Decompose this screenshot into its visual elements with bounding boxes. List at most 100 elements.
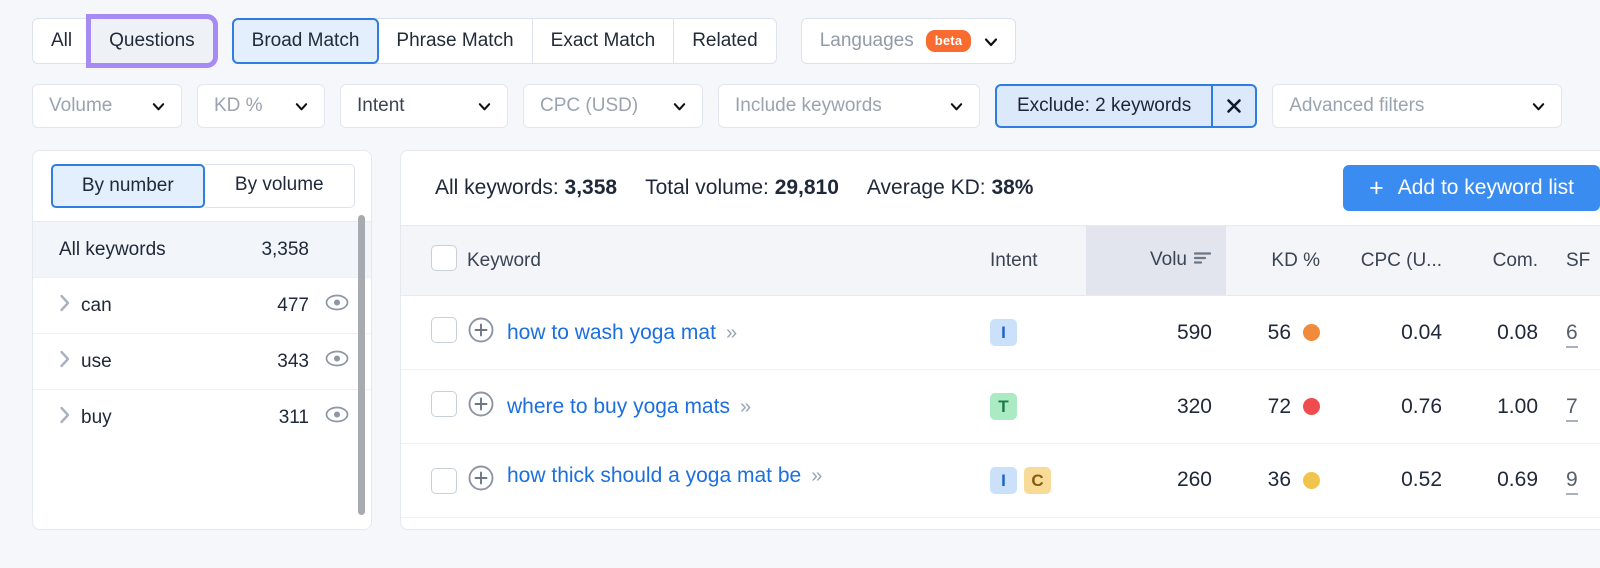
- tab-related-label: Related: [692, 30, 758, 51]
- clear-exclude-filter-button[interactable]: [1211, 86, 1255, 126]
- add-keyword-icon[interactable]: [467, 316, 497, 350]
- keyword-text: where to buy yoga mats: [507, 394, 730, 418]
- cell-cpc: 0.52: [1334, 443, 1456, 518]
- column-header-sf[interactable]: SF: [1552, 225, 1600, 296]
- table-header-row: Keyword Intent Volu KD % CPC (U... Com. …: [401, 225, 1600, 296]
- tab-all[interactable]: All: [33, 19, 92, 63]
- chevron-right-icon[interactable]: [59, 350, 81, 374]
- keyword-link[interactable]: how to wash yoga mat »: [507, 321, 737, 345]
- row-checkbox[interactable]: [431, 316, 457, 343]
- tab-phrase-match[interactable]: Phrase Match: [378, 19, 533, 63]
- column-header-volume[interactable]: Volu: [1086, 225, 1226, 296]
- filter-volume[interactable]: Volume: [32, 84, 182, 128]
- intent-badge-informational[interactable]: I: [990, 467, 1017, 494]
- sidebar-item-can[interactable]: can 477: [33, 277, 371, 333]
- toggle-by-number[interactable]: By number: [51, 164, 205, 208]
- tab-questions-label: Questions: [109, 30, 195, 51]
- cell-volume: 320: [1086, 369, 1226, 444]
- toggle-by-number-label: By number: [81, 175, 174, 196]
- languages-label: Languages: [819, 30, 914, 51]
- match-type-tab-group: Broad Match Phrase Match Exact Match Rel…: [231, 18, 777, 64]
- keyword-link[interactable]: how thick should a yoga mat be »: [507, 461, 822, 491]
- add-keyword-icon[interactable]: [467, 464, 497, 498]
- stat-average-kd-label: Average KD:: [866, 176, 986, 199]
- stat-total-volume-value: 29,810: [774, 176, 839, 199]
- filter-advanced[interactable]: Advanced filters: [1272, 84, 1563, 128]
- expand-keyword-icon[interactable]: »: [811, 465, 822, 487]
- toggle-by-volume[interactable]: By volume: [204, 164, 355, 208]
- sidebar-group-label: buy: [81, 406, 112, 428]
- sidebar-scrollbar[interactable]: [358, 215, 365, 515]
- eye-icon[interactable]: [325, 406, 349, 429]
- filter-include-keywords[interactable]: Include keywords: [718, 84, 980, 128]
- sidebar-group-label: use: [81, 350, 112, 372]
- kd-difficulty-dot: [1303, 398, 1320, 415]
- stat-total-volume-label: Total volume:: [645, 176, 769, 199]
- tab-related[interactable]: Related: [674, 19, 776, 63]
- filter-exclude-keywords: Exclude: 2 keywords: [995, 84, 1258, 128]
- column-header-cpc[interactable]: CPC (U...: [1334, 225, 1456, 296]
- eye-icon[interactable]: [325, 350, 349, 373]
- cell-sf[interactable]: 6: [1566, 320, 1578, 348]
- cell-com: 0.69: [1456, 443, 1552, 518]
- eye-icon[interactable]: [325, 294, 349, 317]
- sidebar-item-all-keywords[interactable]: All keywords 3,358: [33, 221, 371, 277]
- filter-kd[interactable]: KD %: [197, 84, 325, 128]
- filter-cpc[interactable]: CPC (USD): [523, 84, 703, 128]
- cell-sf[interactable]: 7: [1566, 394, 1578, 422]
- row-checkbox[interactable]: [431, 390, 457, 417]
- filters-toolbar: Volume KD % Intent CPC (USD) Include key…: [0, 64, 1600, 128]
- keyword-table: Keyword Intent Volu KD % CPC (U... Com. …: [401, 225, 1600, 518]
- cell-sf[interactable]: 9: [1566, 468, 1578, 495]
- add-to-keyword-list-button[interactable]: + Add to keyword list: [1343, 165, 1600, 211]
- stat-average-kd: Average KD: 38%: [867, 176, 1034, 200]
- filter-exclude-keywords-label[interactable]: Exclude: 2 keywords: [997, 86, 1211, 126]
- select-all-checkbox[interactable]: [431, 244, 457, 271]
- keyword-link[interactable]: where to buy yoga mats »: [507, 394, 751, 419]
- filter-cpc-label: CPC (USD): [540, 95, 639, 116]
- table-row: where to buy yoga mats» T 320 72 0.76 1.…: [401, 369, 1600, 444]
- sidebar-all-keywords-label: All keywords: [59, 238, 166, 260]
- cell-com: 1.00: [1456, 369, 1552, 444]
- expand-keyword-icon[interactable]: »: [726, 322, 737, 344]
- tab-phrase-match-label: Phrase Match: [396, 30, 514, 51]
- chevron-right-icon[interactable]: [59, 406, 81, 430]
- intent-badge-commercial[interactable]: C: [1024, 467, 1051, 494]
- row-checkbox[interactable]: [431, 468, 457, 494]
- tab-exact-match[interactable]: Exact Match: [532, 19, 675, 63]
- column-header-intent[interactable]: Intent: [976, 225, 1086, 296]
- sidebar-group-count: 343: [277, 350, 309, 372]
- add-keyword-icon[interactable]: [467, 390, 497, 424]
- close-icon: [1227, 99, 1242, 113]
- stat-all-keywords-label: All keywords:: [435, 176, 559, 199]
- cell-cpc: 0.76: [1334, 369, 1456, 444]
- filter-kd-label: KD %: [214, 95, 263, 116]
- column-header-kd[interactable]: KD %: [1226, 225, 1334, 296]
- column-header-com[interactable]: Com.: [1456, 225, 1552, 296]
- stat-total-volume: Total volume: 29,810: [645, 176, 839, 200]
- column-header-keyword[interactable]: Keyword: [463, 225, 976, 296]
- cell-kd: 56: [1267, 320, 1291, 344]
- expand-keyword-icon[interactable]: »: [740, 396, 751, 418]
- plus-icon: +: [1369, 173, 1384, 202]
- intent-badge-informational[interactable]: I: [990, 319, 1017, 346]
- chevron-right-icon[interactable]: [59, 294, 81, 318]
- filter-intent[interactable]: Intent: [340, 84, 508, 128]
- table-row: how to wash yoga mat» I 590 56 0.04 0.08…: [401, 295, 1600, 370]
- tab-questions[interactable]: Questions: [86, 14, 218, 68]
- kd-difficulty-dot: [1303, 471, 1320, 489]
- cell-com: 0.08: [1456, 295, 1552, 370]
- sidebar-item-use[interactable]: use 343: [33, 333, 371, 389]
- intent-badge-transactional[interactable]: T: [990, 393, 1017, 420]
- filter-include-keywords-label: Include keywords: [735, 95, 882, 116]
- keyword-groups-sidebar: By number By volume All keywords 3,358 c…: [32, 150, 372, 530]
- sidebar-item-buy[interactable]: buy 311: [33, 389, 371, 445]
- tab-exact-match-label: Exact Match: [550, 30, 656, 51]
- keyword-text: how thick should a yoga mat be: [507, 464, 802, 487]
- column-header-volume-label: Volu: [1150, 249, 1187, 271]
- cell-cpc: 0.04: [1334, 295, 1456, 370]
- tab-broad-match[interactable]: Broad Match: [231, 18, 380, 64]
- languages-dropdown[interactable]: Languages beta: [800, 18, 1017, 64]
- tab-all-label: All: [51, 30, 73, 51]
- summary-stats: All keywords: 3,358 Total volume: 29,810…: [435, 176, 1033, 200]
